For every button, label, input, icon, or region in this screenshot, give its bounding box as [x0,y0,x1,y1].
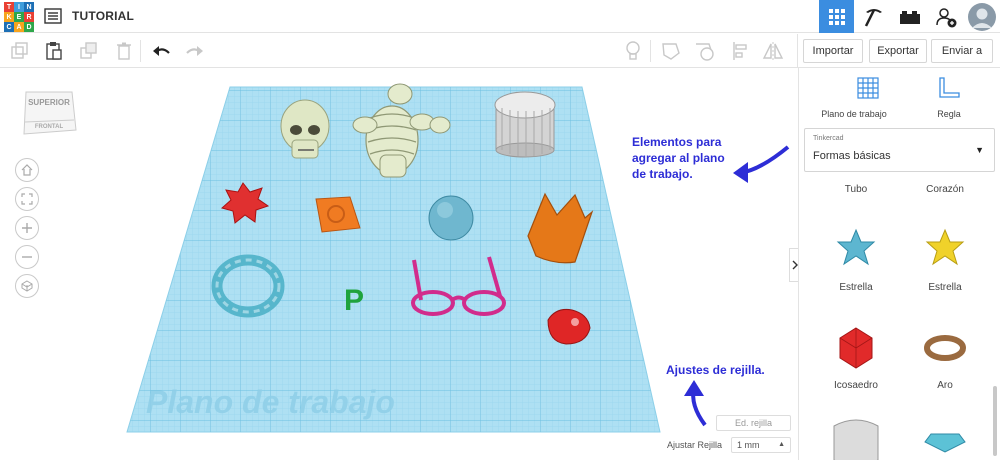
add-user-icon[interactable] [929,0,963,33]
annotation-line: Elementos para [632,135,722,149]
shape-label: Estrella [928,282,962,293]
logo-letter: K [4,12,14,22]
shape-label: Aro [937,380,953,391]
export-button[interactable]: Exportar [869,39,927,63]
panel-scrollbar[interactable] [993,386,997,456]
logo-letter: R [24,12,34,22]
shape-item[interactable] [905,412,985,460]
red-star-object[interactable] [220,182,270,224]
duplicate-icon[interactable] [78,40,100,62]
workplane-tool[interactable]: Plano de trabajo [814,76,894,120]
library-select[interactable]: Tinkercad Formas básicas ▼ [804,128,995,172]
gray-block-icon [833,419,879,460]
crown-object[interactable] [527,192,594,264]
copy-icon[interactable] [9,40,31,62]
snap-grid-label: Ajustar Rejilla [667,440,723,450]
caret-down-icon: ▼ [975,145,984,155]
logo-letter: A [14,22,24,32]
snap-grid-value: 1 mm [737,440,760,450]
shape-item[interactable]: Estrella [905,220,985,300]
snap-grid-select[interactable]: 1 mm ▲ [731,437,791,453]
gear-object[interactable] [494,91,556,158]
edit-grid-button[interactable]: Ed. rejilla [716,415,791,431]
bricks-icon[interactable] [893,0,927,33]
logo-letter: T [4,2,14,12]
glasses-object[interactable] [411,256,506,316]
library-value: Formas básicas [813,150,891,162]
blue-star-icon [836,228,876,266]
ruler-tool-label: Regla [937,109,961,119]
scene-objects: P [211,83,790,427]
shape-item[interactable]: Estrella [816,220,896,300]
home-view-icon[interactable] [15,158,39,182]
library-caption: Tinkercad [813,135,844,142]
yellow-star-icon [925,228,965,266]
perspective-icon[interactable] [15,274,39,298]
mirror-icon[interactable] [762,40,784,62]
shape-icon[interactable] [660,40,682,62]
undo-icon[interactable] [150,40,172,62]
grid-view-icon[interactable] [819,0,854,33]
top-bar: T I N K E R C A D TUTORIAL [0,0,1000,33]
shape-label: Tubo [844,184,868,195]
grid-annotation: Ajustes de rejilla. [666,363,765,377]
view-cube[interactable]: SUPERIOR FRONTAL [22,84,78,140]
edit-toolbar: Importar Exportar Enviar a [0,34,1000,68]
sphere-object[interactable] [428,195,474,241]
collapse-panel-button[interactable] [789,248,798,282]
delete-icon[interactable] [113,40,135,62]
annotation-line: agregar al plano [632,151,725,165]
zoom-out-icon[interactable] [15,245,39,269]
pickaxe-icon[interactable] [857,0,891,33]
logo-letter: N [24,2,34,12]
icosahedron-icon [839,327,873,369]
tinkercad-logo[interactable]: T I N K E R C A D [4,2,34,32]
orange-tile-object[interactable] [315,196,361,233]
light-bulb-icon[interactable] [622,40,644,62]
red-figure-object[interactable] [547,309,591,345]
shape-label: Estrella [839,282,873,293]
import-button[interactable]: Importar [803,39,863,63]
design-menu-icon[interactable] [44,8,62,24]
ruler-tool[interactable]: Regla [919,76,979,120]
twisted-ring-object[interactable] [211,254,285,318]
shapes-list: Tubo Corazón Estrella Estrella Icosaedro… [799,180,1000,460]
paste-icon[interactable] [43,40,65,62]
elements-annotation: Elementos para agregar al plano de traba… [632,134,725,182]
gem-icon [924,433,966,453]
caret-down-icon: ▲ [778,441,785,448]
ruler-icon [939,77,960,98]
annotation-line: de trabajo. [632,167,693,181]
design-title[interactable]: TUTORIAL [72,9,134,23]
avatar[interactable] [965,0,999,33]
fit-view-icon[interactable] [15,187,39,211]
logo-letter: I [14,2,24,12]
chevron-right-icon [792,260,798,270]
send-to-button[interactable]: Enviar a [931,39,993,63]
redo-icon[interactable] [184,40,206,62]
zoom-in-icon[interactable] [15,216,39,240]
shapes-panel: Plano de trabajo Regla Tinkercad Formas … [798,68,1000,460]
skull-object[interactable] [280,99,330,159]
shape-item[interactable] [816,412,896,460]
logo-letter: E [14,12,24,22]
workplane-tool-label: Plano de trabajo [821,109,887,119]
shape-item[interactable]: Aro [905,318,985,398]
logo-letter: C [4,22,14,32]
align-icon[interactable] [730,40,752,62]
shape-label: Icosaedro [834,380,878,391]
letter-p-object[interactable]: P [344,284,364,317]
shape-item[interactable]: Icosaedro [816,318,896,398]
workplane-icon [857,77,879,99]
logo-letter: D [24,22,34,32]
hole-icon[interactable] [694,40,716,62]
shape-label: Corazón [926,184,964,195]
view-cube-top-label: SUPERIOR [28,98,70,107]
view-cube-front-label: FRONTAL [34,124,64,130]
ring-icon [924,335,966,361]
svg-text:P: P [344,284,364,317]
workplane-canvas[interactable]: Plano de trabajo P SUPERIOR FRONTAL Elem… [0,68,798,460]
skeleton-object[interactable] [352,83,451,178]
